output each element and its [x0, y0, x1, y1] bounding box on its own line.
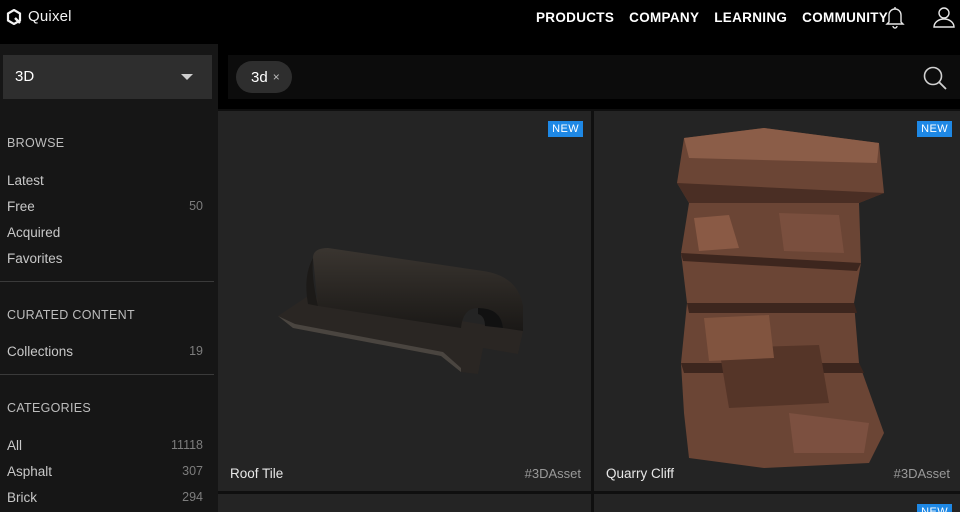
sidebar-divider	[0, 374, 214, 375]
asset-type-select[interactable]: 3D	[3, 55, 212, 99]
sidebar-item-count: 307	[182, 464, 203, 478]
sidebar-item-count: 19	[189, 344, 203, 358]
quixel-logo-icon	[6, 8, 22, 25]
chevron-down-icon	[181, 74, 193, 80]
asset-name: Quarry Cliff	[606, 466, 675, 481]
sidebar-item-count: 50	[189, 199, 203, 213]
sidebar-item-latest[interactable]: Latest	[7, 173, 203, 188]
asset-name: Roof Tile	[230, 466, 284, 481]
browse-heading: BROWSE	[7, 136, 65, 150]
new-badge: NEW	[917, 121, 952, 137]
search-chip[interactable]: 3d ×	[236, 61, 292, 93]
main-nav: PRODUCTS COMPANY LEARNING COMMUNITY	[536, 10, 903, 25]
sidebar-item-free[interactable]: Free 50	[7, 199, 203, 214]
asset-tag[interactable]: #3DAsset	[525, 466, 581, 481]
sidebar-divider	[0, 281, 214, 282]
asset-card[interactable]: NEW	[594, 494, 960, 512]
top-bar: Quixel PRODUCTS COMPANY LEARNING COMMUNI…	[0, 0, 960, 44]
sidebar-item-label: Asphalt	[7, 464, 53, 479]
user-icon[interactable]	[932, 5, 956, 29]
asset-tag[interactable]: #3DAsset	[894, 466, 950, 481]
sidebar: 3D BROWSE Latest Free 50 Acquired Favori…	[0, 44, 218, 512]
sidebar-item-asphalt[interactable]: Asphalt 307	[7, 464, 203, 479]
search-bar[interactable]: 3d ×	[228, 55, 960, 99]
asset-card[interactable]: NEW Roof Tile #3DAsset	[218, 111, 591, 491]
sidebar-item-all[interactable]: All 11118	[7, 438, 203, 453]
search-chip-label: 3d	[251, 68, 268, 86]
roof-tile-thumbnail	[278, 248, 523, 374]
nav-company[interactable]: COMPANY	[629, 10, 699, 25]
bell-icon[interactable]	[883, 5, 907, 29]
categories-heading: CATEGORIES	[7, 401, 92, 415]
sidebar-item-collections[interactable]: Collections 19	[7, 344, 203, 359]
asset-card[interactable]	[218, 494, 591, 512]
sidebar-item-label: Acquired	[7, 225, 61, 240]
new-badge: NEW	[917, 504, 952, 512]
sidebar-item-count: 294	[182, 490, 203, 504]
curated-heading: CURATED CONTENT	[7, 308, 135, 322]
sidebar-item-label: Collections	[7, 344, 74, 359]
sidebar-item-favorites[interactable]: Favorites	[7, 251, 203, 266]
close-icon[interactable]: ×	[273, 70, 280, 84]
sidebar-item-count: 11118	[171, 438, 203, 452]
nav-products[interactable]: PRODUCTS	[536, 10, 614, 25]
quarry-cliff-thumbnail	[677, 128, 884, 468]
new-badge: NEW	[548, 121, 583, 137]
brand-name: Quixel	[28, 8, 72, 25]
sidebar-item-brick[interactable]: Brick 294	[7, 490, 203, 505]
nav-learning[interactable]: LEARNING	[714, 10, 787, 25]
asset-type-value: 3D	[15, 68, 35, 85]
sidebar-item-acquired[interactable]: Acquired	[7, 225, 203, 240]
search-icon[interactable]	[922, 65, 948, 91]
asset-card[interactable]: NEW Quarry Cliff #3DAsset	[594, 111, 960, 491]
sidebar-item-label: Free	[7, 199, 35, 214]
quixel-logo[interactable]: Quixel	[6, 8, 72, 25]
sidebar-item-label: Latest	[7, 173, 44, 188]
sidebar-item-label: Brick	[7, 490, 37, 505]
sidebar-item-label: All	[7, 438, 23, 453]
nav-community[interactable]: COMMUNITY	[802, 10, 888, 25]
sidebar-item-label: Favorites	[7, 251, 63, 266]
